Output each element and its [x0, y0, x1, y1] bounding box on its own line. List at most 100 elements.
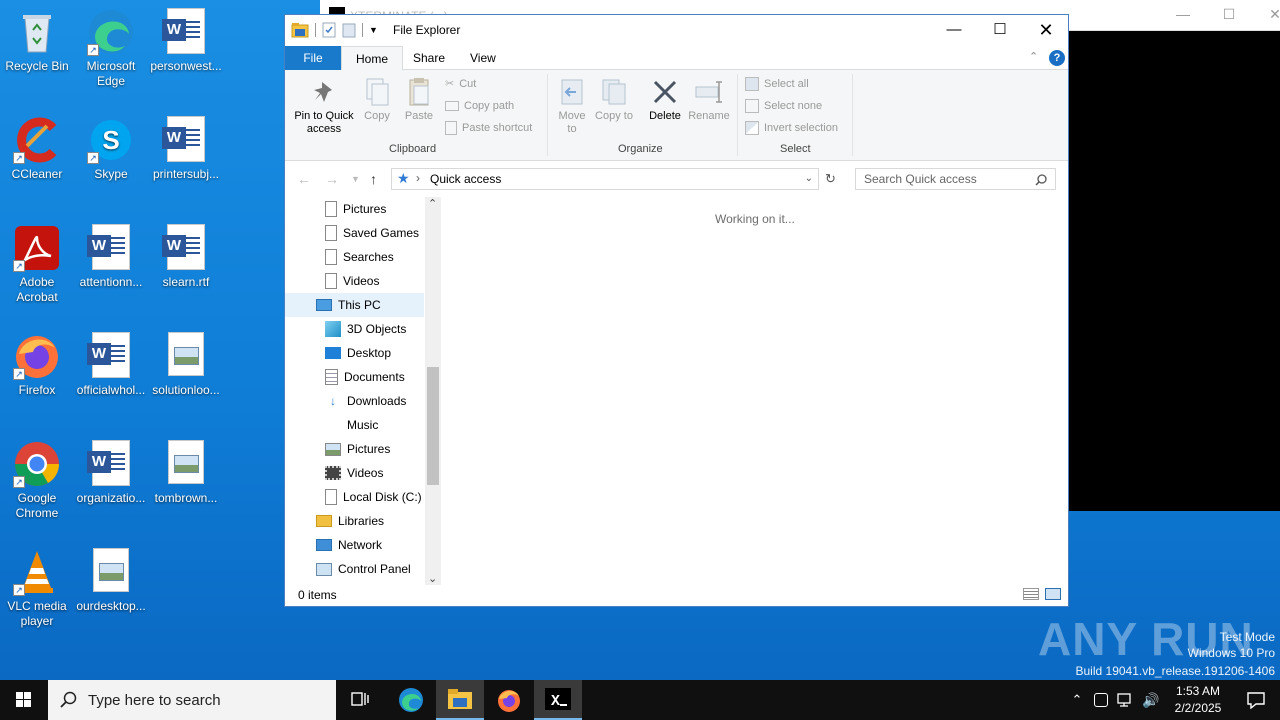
nav-item-control-panel[interactable]: Control Panel [316, 557, 411, 581]
nav-item-pictures-pc[interactable]: Pictures [325, 437, 390, 461]
control-panel-icon [316, 562, 332, 576]
start-button[interactable] [0, 680, 48, 720]
background-close-button[interactable]: ✕ [1252, 6, 1280, 23]
network-icon[interactable] [1116, 692, 1134, 708]
shortcut-arrow-icon: ↗ [13, 152, 25, 164]
desktop-icon-solutionloo[interactable]: solutionloo... [148, 332, 224, 398]
taskbar-firefox[interactable] [485, 680, 533, 720]
up-arrow-icon[interactable]: ↑ [370, 171, 377, 187]
copy-button[interactable]: Copy [359, 76, 395, 123]
desktop-icon-vlc[interactable]: ↗ VLC media player [0, 548, 75, 629]
minimize-button[interactable]: — [931, 15, 977, 45]
paste-shortcut-button[interactable]: Paste shortcut [445, 118, 532, 138]
nav-item-pictures[interactable]: Pictures [325, 197, 386, 221]
invert-selection-button[interactable]: Invert selection [745, 118, 838, 138]
background-minimize-button[interactable]: — [1160, 6, 1206, 22]
nav-item-network[interactable]: Network [316, 533, 382, 557]
explorer-titlebar[interactable]: ▼ File Explorer — ☐ ✕ [285, 15, 1068, 46]
search-box[interactable]: Search Quick access [855, 168, 1056, 190]
desktop-icon-firefox[interactable]: ↗ Firefox [0, 332, 75, 398]
collapse-ribbon-chevron-up-icon[interactable]: ⌃ [1029, 50, 1038, 63]
desktop-icon-slearn[interactable]: W slearn.rtf [148, 224, 224, 290]
scroll-down-chevron-icon[interactable]: ⌄ [428, 572, 437, 585]
move-to-button[interactable]: Move to [553, 76, 591, 136]
nav-scrollbar[interactable]: ⌃ ⌄ [425, 197, 441, 585]
nav-item-label: Saved Games [343, 226, 420, 240]
desktop-icon-officialwhol[interactable]: W officialwhol... [73, 332, 149, 398]
copy-icon [366, 78, 389, 106]
terminal-body[interactable] [1069, 31, 1280, 511]
large-icons-view-icon[interactable] [1045, 588, 1061, 600]
details-view-icon[interactable] [1023, 588, 1039, 600]
action-center-button[interactable] [1232, 680, 1280, 720]
properties-icon[interactable] [322, 22, 336, 38]
nav-item-searches[interactable]: Searches [325, 245, 394, 269]
taskbar-search-box[interactable]: Type here to search [48, 680, 336, 720]
cut-button[interactable]: ✂ Cut [445, 74, 476, 94]
desktop-icon-skype[interactable]: S ↗ Skype [73, 116, 149, 182]
paste-button[interactable]: Paste [401, 76, 437, 123]
volume-icon[interactable]: 🔊 [1142, 692, 1159, 709]
nav-item-3d-objects[interactable]: 3D Objects [325, 317, 406, 341]
nav-item-label: Local Disk (C:) [343, 490, 422, 504]
delete-button[interactable]: Delete [643, 76, 687, 123]
select-none-label: Select none [764, 100, 823, 112]
desktop-icon-organizatio[interactable]: W organizatio... [73, 440, 149, 506]
address-dropdown-chevron-down-icon[interactable]: ⌄ [805, 173, 813, 184]
desktop-icon-ccleaner[interactable]: ↗ CCleaner [0, 116, 75, 182]
nav-item-saved-games[interactable]: Saved Games [325, 221, 419, 245]
address-bar[interactable]: ★ › Quick access ⌄ [391, 168, 819, 190]
new-folder-icon[interactable] [342, 22, 356, 38]
taskbar-clock[interactable]: 1:53 AM 2/2/2025 [1160, 683, 1236, 717]
taskbar-file-explorer[interactable] [436, 680, 484, 720]
recent-locations-chevron-down-icon[interactable]: ▼ [351, 174, 360, 184]
select-none-button[interactable]: Select none [745, 96, 822, 116]
delete-label: Delete [649, 110, 681, 122]
help-icon[interactable]: ? [1049, 50, 1065, 66]
close-button[interactable]: ✕ [1023, 15, 1069, 45]
nav-item-label: Desktop [347, 346, 392, 360]
tab-share[interactable]: Share [399, 46, 459, 70]
tab-view[interactable]: View [456, 46, 510, 70]
copy-to-button[interactable]: Copy to [595, 76, 633, 123]
refresh-icon[interactable]: ↻ [825, 171, 836, 187]
taskbar-edge[interactable] [387, 680, 435, 720]
nav-item-this-pc[interactable]: This PC [285, 293, 424, 317]
nav-scrollbar-thumb[interactable] [427, 367, 439, 485]
background-maximize-button[interactable]: ☐ [1206, 6, 1252, 23]
desktop-icon-adobe-acrobat[interactable]: ↗ Adobe Acrobat [0, 224, 75, 305]
desktop-icon-attentionn[interactable]: W attentionn... [73, 224, 149, 290]
back-arrow-icon[interactable]: ← [297, 171, 311, 187]
nav-item-desktop[interactable]: Desktop [325, 341, 391, 365]
nav-item-videos-pc[interactable]: Videos [325, 461, 383, 485]
task-view-button[interactable] [336, 680, 384, 720]
desktop-icon-tombrown[interactable]: tombrown... [148, 440, 224, 506]
nav-item-videos[interactable]: Videos [325, 269, 379, 293]
task-view-icon [351, 692, 369, 706]
forward-arrow-icon[interactable]: → [325, 171, 339, 187]
nav-item-libraries[interactable]: Libraries [316, 509, 384, 533]
customize-qat-chevron-down-icon[interactable]: ▼ [369, 25, 378, 35]
copy-path-button[interactable]: Copy path [445, 96, 514, 116]
desktop-icon-ourdesktop[interactable]: ourdesktop... [73, 548, 149, 614]
select-all-button[interactable]: Select all [745, 74, 809, 94]
nav-item-documents[interactable]: Documents [325, 365, 405, 389]
nav-item-downloads[interactable]: ↓ Downloads [325, 389, 406, 413]
rename-button[interactable]: Rename [687, 76, 731, 123]
desktop-icon-printersubj[interactable]: W printersubj... [148, 116, 224, 182]
desktop-icon-google-chrome[interactable]: ↗ Google Chrome [0, 440, 75, 521]
maximize-button[interactable]: ☐ [977, 15, 1023, 45]
desktop-icon-recycle-bin[interactable]: Recycle Bin [0, 8, 75, 74]
tab-home[interactable]: Home [341, 46, 404, 71]
desktop-icon-edge[interactable]: ↗ Microsoft Edge [73, 8, 149, 89]
windows-logo-icon [16, 692, 31, 707]
nav-item-local-disk[interactable]: Local Disk (C:) [325, 485, 422, 509]
scroll-up-chevron-icon[interactable]: ⌃ [428, 197, 437, 210]
pin-to-quick-access-button[interactable]: Pin to Quick access [291, 76, 357, 136]
show-hidden-icons-chevron-up-icon[interactable]: ⌃ [1068, 692, 1086, 708]
device-icon[interactable] [1094, 693, 1108, 707]
taskbar-terminal[interactable]: X [534, 680, 582, 720]
desktop-icon-personwest[interactable]: W personwest... [148, 8, 224, 74]
tab-file[interactable]: File [285, 46, 341, 70]
nav-item-music[interactable]: Music [325, 413, 378, 437]
